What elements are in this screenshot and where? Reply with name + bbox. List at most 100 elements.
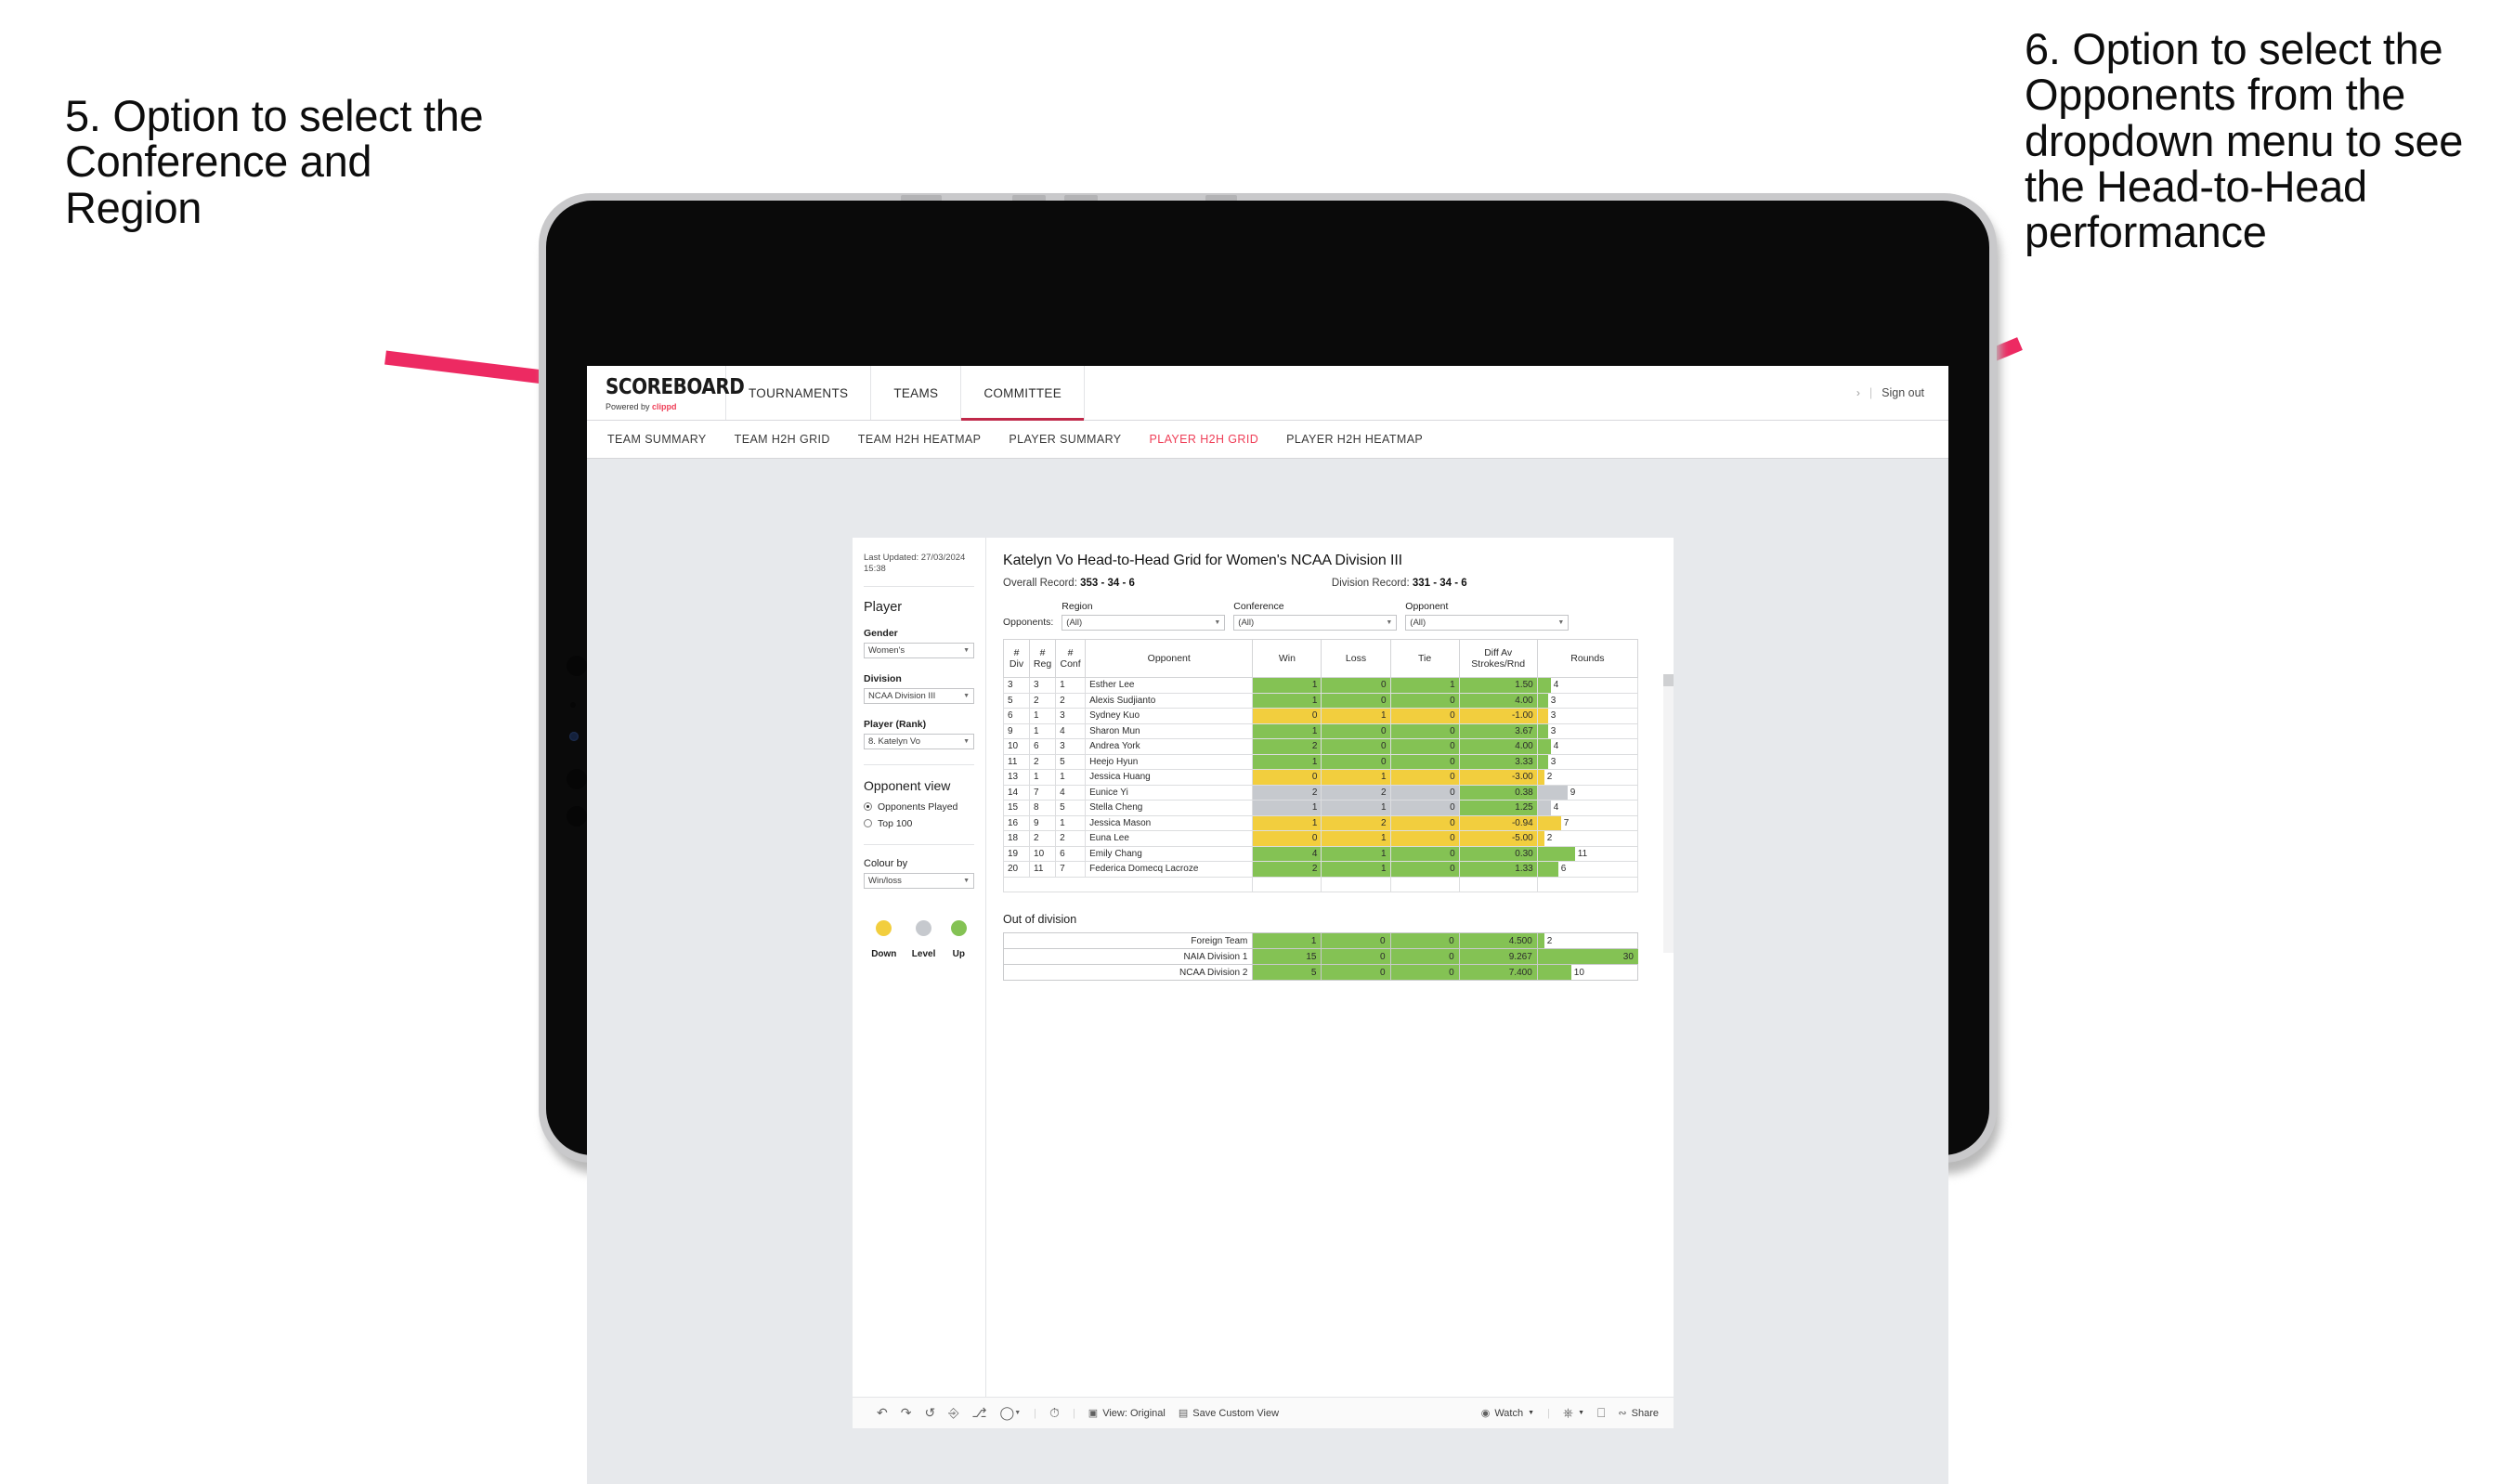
highlight-icon[interactable]: ◯ ▼ bbox=[1000, 1405, 1022, 1421]
cell-div: 15 bbox=[1002, 800, 1031, 816]
cell-tie: 0 bbox=[1389, 948, 1460, 965]
table-row[interactable]: 9 1 4 Sharon Mun 1 0 0 3.67 3 bbox=[1002, 722, 1639, 739]
cell-reg: 8 bbox=[1029, 800, 1057, 816]
dashboard-card: Last Updated: 27/03/2024 15:38 Player Ge… bbox=[853, 538, 1674, 1397]
table-row[interactable]: 14 7 4 Eunice Yi 2 2 0 0.38 9 bbox=[1002, 784, 1639, 801]
table-row[interactable]: NCAA Division 2 5 0 0 7.400 10 bbox=[1002, 964, 1639, 981]
region-select[interactable]: (All) ▼ bbox=[1062, 615, 1226, 631]
legend-dot-down bbox=[876, 919, 892, 936]
colour-by-select[interactable]: Win/loss ▼ bbox=[864, 872, 974, 889]
undo-icon[interactable]: ↶ bbox=[877, 1405, 888, 1421]
revert-icon[interactable]: ↺ bbox=[924, 1405, 935, 1421]
save-custom-view-button[interactable]: ▤ Save Custom View bbox=[1179, 1407, 1279, 1420]
redo-icon[interactable]: ↷ bbox=[901, 1405, 912, 1421]
opponent-filter: Opponent (All) ▼ bbox=[1405, 601, 1570, 631]
view-original-button[interactable]: ▣ View: Original bbox=[1088, 1407, 1166, 1420]
division-select[interactable]: NCAA Division III ▼ bbox=[864, 687, 974, 704]
conference-select[interactable]: (All) ▼ bbox=[1233, 615, 1398, 631]
cell-reg: 2 bbox=[1029, 692, 1057, 709]
sidebar-divider-2 bbox=[864, 763, 974, 765]
opponent-select[interactable]: (All) ▼ bbox=[1405, 615, 1570, 631]
col-reg: # Reg bbox=[1029, 639, 1057, 678]
fullscreen-icon[interactable]: ⎕ bbox=[1597, 1405, 1605, 1421]
gender-select[interactable]: Women's ▼ bbox=[864, 642, 974, 658]
table-row[interactable]: 18 2 2 Euna Lee 0 1 0 -5.00 2 bbox=[1002, 830, 1639, 847]
legend-dot-level bbox=[916, 919, 932, 936]
table-row[interactable]: Foreign Team 1 0 0 4.500 2 bbox=[1002, 932, 1639, 949]
colour-by-label: Colour by bbox=[864, 857, 908, 869]
rounds-bar bbox=[1537, 754, 1548, 769]
cell-loss: 0 bbox=[1321, 692, 1391, 709]
rounds-value: 4 bbox=[1553, 802, 1559, 814]
cell-loss: 2 bbox=[1321, 784, 1391, 801]
records-row: Overall Record: 353 - 34 - 6 Division Re… bbox=[1003, 578, 1659, 589]
blank-diff bbox=[1458, 876, 1538, 892]
table-row[interactable]: 11 2 5 Heejo Hyun 1 0 0 3.33 3 bbox=[1002, 753, 1639, 770]
sidebar-heading-player: Player bbox=[864, 599, 903, 615]
tab-player-h2h-grid[interactable]: PLAYER H2H GRID bbox=[1150, 433, 1259, 446]
sign-out-link[interactable]: Sign out bbox=[1882, 386, 1924, 399]
cell-rounds: 7 bbox=[1536, 814, 1639, 831]
table-scrollbar-thumb[interactable] bbox=[1663, 674, 1674, 686]
rounds-bar bbox=[1537, 801, 1551, 815]
chevron-right-icon[interactable]: › bbox=[1856, 386, 1860, 399]
table-row[interactable]: 10 6 3 Andrea York 2 0 0 4.00 4 bbox=[1002, 738, 1639, 755]
cell-opponent: Euna Lee bbox=[1085, 830, 1254, 847]
history-icon[interactable]: ⏱ bbox=[1049, 1405, 1060, 1421]
table-row[interactable]: 19 10 6 Emily Chang 4 1 0 0.30 11 bbox=[1002, 845, 1639, 862]
last-updated-text: Last Updated: 27/03/2024 15:38 bbox=[864, 553, 966, 574]
refresh-data-icon[interactable]: ⎆ bbox=[948, 1405, 958, 1421]
cell-diff: 1.33 bbox=[1458, 861, 1538, 878]
tab-team-h2h-heatmap[interactable]: TEAM H2H HEATMAP bbox=[858, 433, 982, 446]
conference-filter: Conference (All) ▼ bbox=[1233, 601, 1398, 631]
cell-loss: 1 bbox=[1321, 800, 1391, 816]
division-record-label: Division Record: bbox=[1331, 578, 1410, 589]
tablet-device: SCOREBOARD Powered by clippd TOURNAMENTS… bbox=[539, 193, 2006, 1484]
radio-top-100[interactable]: Top 100 bbox=[864, 818, 974, 829]
brand-tagline: Powered by clippd bbox=[606, 402, 725, 411]
pause-updates-icon[interactable]: ⎇ bbox=[971, 1405, 986, 1421]
nav-item-teams[interactable]: TEAMS bbox=[871, 366, 962, 420]
radio-opponents-played[interactable]: Opponents Played bbox=[864, 801, 974, 813]
cell-div: 13 bbox=[1002, 769, 1031, 786]
toolbar-separator-1: | bbox=[1034, 1407, 1037, 1419]
rounds-bar bbox=[1537, 723, 1548, 738]
table-row[interactable]: NAIA Division 1 15 0 0 9.267 30 bbox=[1002, 948, 1639, 965]
table-row[interactable]: 5 2 2 Alexis Sudjianto 1 0 0 4.00 3 bbox=[1002, 692, 1639, 709]
table-row[interactable]: 13 1 1 Jessica Huang 0 1 0 -3.00 2 bbox=[1002, 769, 1639, 786]
share-button[interactable]: ∾ Share bbox=[1618, 1407, 1674, 1420]
table-row[interactable]: 15 8 5 Stella Cheng 1 1 0 1.25 4 bbox=[1002, 800, 1639, 816]
blank-left bbox=[1002, 876, 1254, 892]
cell-tie: 0 bbox=[1389, 769, 1460, 786]
tab-team-h2h-grid[interactable]: TEAM H2H GRID bbox=[735, 433, 830, 446]
table-row[interactable]: 6 1 3 Sydney Kuo 0 1 0 -1.00 3 bbox=[1002, 708, 1639, 724]
cell-loss: 1 bbox=[1321, 708, 1391, 724]
chevron-down-icon: ▼ bbox=[1557, 619, 1565, 626]
nav-item-committee[interactable]: COMMITTEE bbox=[961, 366, 1086, 421]
cell-reg: 9 bbox=[1029, 814, 1057, 831]
brand-logo[interactable]: SCOREBOARD Powered by clippd bbox=[587, 366, 745, 420]
watch-button[interactable]: ◉ Watch ▼ bbox=[1481, 1407, 1534, 1420]
opponent-filters: Opponents: Region (All) ▼ Conference (Al… bbox=[1003, 601, 1659, 631]
tab-player-summary[interactable]: PLAYER SUMMARY bbox=[1009, 433, 1121, 446]
col-tie: Tie bbox=[1389, 639, 1460, 678]
rounds-bar bbox=[1537, 846, 1575, 861]
table-row[interactable]: 20 11 7 Federica Domecq Lacroze 2 1 0 1.33 6 bbox=[1002, 861, 1639, 878]
table-row[interactable]: 16 9 1 Jessica Mason 1 2 0 -0.94 7 bbox=[1002, 814, 1639, 831]
rounds-bar bbox=[1537, 739, 1551, 754]
col-rounds: Rounds bbox=[1536, 639, 1639, 678]
table-row[interactable]: 3 3 1 Esther Lee 1 0 1 1.50 4 bbox=[1002, 677, 1639, 694]
download-button[interactable]: ⎈ ▼ bbox=[1563, 1405, 1584, 1421]
tab-player-h2h-heatmap[interactable]: PLAYER H2H HEATMAP bbox=[1286, 433, 1423, 446]
cell-opponent: Jessica Huang bbox=[1085, 769, 1254, 786]
view-original-label: View: Original bbox=[1102, 1407, 1166, 1419]
tab-team-summary[interactable]: TEAM SUMMARY bbox=[607, 433, 707, 446]
col-diff-l1: Diff Av bbox=[1484, 647, 1513, 658]
nav-item-tournaments[interactable]: TOURNAMENTS bbox=[726, 366, 872, 420]
table-scrollbar-track[interactable] bbox=[1663, 674, 1674, 953]
player-rank-select[interactable]: 8. Katelyn Vo ▼ bbox=[864, 733, 974, 749]
cell-win: 1 bbox=[1252, 753, 1322, 770]
brand-tagline-prefix: Powered by bbox=[606, 401, 653, 411]
cell-opponent: Emily Chang bbox=[1085, 845, 1254, 862]
cell-loss: 2 bbox=[1321, 814, 1391, 831]
